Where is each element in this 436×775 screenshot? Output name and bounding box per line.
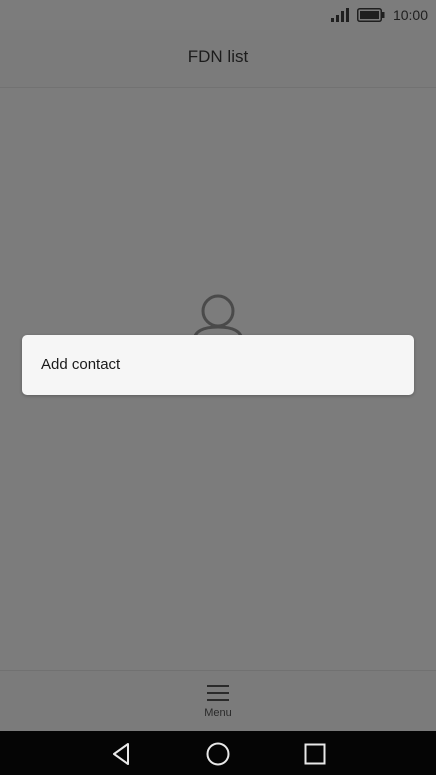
battery-icon bbox=[356, 8, 385, 22]
status-icons: 10:00 bbox=[330, 5, 428, 25]
person-icon bbox=[192, 294, 244, 341]
home-icon[interactable] bbox=[204, 740, 232, 768]
menu-label: Menu bbox=[204, 707, 232, 719]
add-contact-option[interactable]: Add contact bbox=[41, 335, 120, 395]
navigation-bar bbox=[0, 731, 436, 775]
hamburger-icon bbox=[207, 685, 229, 701]
back-icon[interactable] bbox=[108, 740, 136, 768]
page-title: FDN list bbox=[187, 47, 249, 66]
title-bar: FDN list bbox=[0, 30, 436, 88]
signal-icon bbox=[330, 8, 349, 22]
recents-icon[interactable] bbox=[301, 740, 329, 768]
bottom-toolbar: Menu bbox=[0, 670, 436, 732]
menu-button[interactable]: Menu bbox=[188, 679, 248, 727]
status-bar: 10:00 bbox=[0, 0, 436, 30]
popup-menu: Add contact bbox=[22, 335, 414, 395]
status-time: 10:00 bbox=[392, 7, 428, 23]
